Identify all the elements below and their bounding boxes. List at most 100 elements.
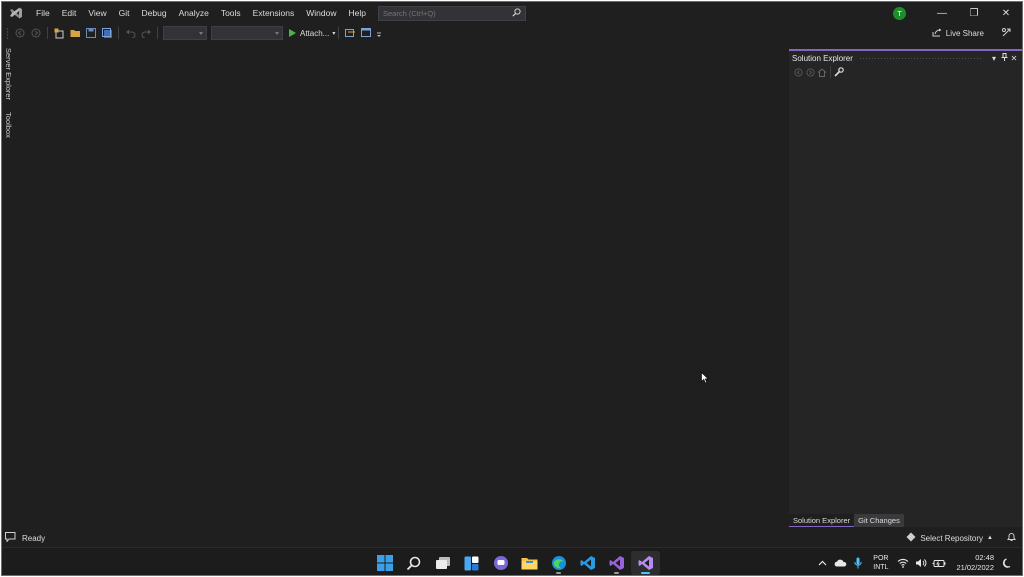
forward-icon[interactable] bbox=[804, 66, 816, 78]
edge-button[interactable] bbox=[544, 551, 573, 575]
search-icon bbox=[406, 556, 421, 570]
visual-studio-preview-button[interactable] bbox=[631, 551, 660, 575]
solution-explorer-panel: Solution Explorer ▾ ✕ bbox=[789, 49, 1022, 527]
running-indicator bbox=[556, 572, 561, 574]
title-right-controls: T — ❐ ✕ bbox=[893, 2, 1022, 24]
folder-icon bbox=[521, 558, 538, 570]
home-icon[interactable] bbox=[816, 66, 828, 78]
edge-icon bbox=[551, 556, 566, 570]
widgets-icon bbox=[464, 556, 479, 570]
status-right: Select Repository ▲ bbox=[906, 529, 1016, 547]
tab-server-explorer[interactable]: Server Explorer bbox=[2, 46, 15, 102]
focus-moon-icon[interactable] bbox=[999, 555, 1015, 571]
toolbar-grip-icon bbox=[4, 27, 10, 39]
battery-charging-icon[interactable] bbox=[931, 555, 947, 571]
menu-tools[interactable]: Tools bbox=[215, 2, 247, 24]
title-bar: File Edit View Git Debug Analyze Tools E… bbox=[2, 2, 1022, 24]
attach-button[interactable]: Attach... ▾ bbox=[289, 29, 335, 38]
taskbar-search-button[interactable] bbox=[399, 551, 428, 575]
visual-studio-logo-icon[interactable] bbox=[2, 2, 30, 24]
menu-git[interactable]: Git bbox=[113, 2, 136, 24]
minimize-button[interactable]: — bbox=[926, 2, 958, 24]
editor-area[interactable] bbox=[16, 46, 788, 528]
undo-icon[interactable] bbox=[124, 27, 136, 39]
vscode-icon bbox=[580, 556, 595, 570]
menu-file[interactable]: File bbox=[30, 2, 56, 24]
show-hidden-icons-chevron-icon[interactable] bbox=[814, 555, 830, 571]
active-indicator bbox=[641, 572, 650, 574]
tab-solution-explorer[interactable]: Solution Explorer bbox=[789, 514, 855, 527]
panel-grip[interactable] bbox=[858, 56, 983, 60]
toolbar-separator bbox=[338, 27, 340, 39]
status-bar: Ready Select Repository ▲ bbox=[2, 529, 1022, 547]
redo-icon[interactable] bbox=[140, 27, 152, 39]
menu-edit[interactable]: Edit bbox=[56, 2, 83, 24]
output-message-icon[interactable] bbox=[5, 532, 16, 544]
solution-explorer-title: Solution Explorer bbox=[792, 53, 853, 63]
close-button[interactable]: ✕ bbox=[990, 2, 1022, 24]
standard-toolbar: Attach... ▾ Live Share bbox=[2, 24, 1022, 42]
onedrive-cloud-icon[interactable] bbox=[832, 555, 848, 571]
chevron-down-icon: ▾ bbox=[332, 30, 336, 37]
panel-menu-icon[interactable]: ▾ bbox=[989, 54, 999, 63]
microphone-icon[interactable] bbox=[850, 555, 866, 571]
new-project-icon[interactable] bbox=[53, 27, 65, 39]
status-text: Ready bbox=[22, 533, 46, 543]
navigate-back-icon[interactable] bbox=[14, 27, 26, 39]
clock[interactable]: 02:48 21/02/2022 bbox=[956, 553, 994, 573]
solution-configuration-dropdown[interactable] bbox=[163, 26, 207, 40]
search-input[interactable] bbox=[382, 8, 503, 18]
save-icon[interactable] bbox=[85, 27, 97, 39]
notification-bell-icon[interactable] bbox=[1007, 532, 1016, 544]
navigate-forward-icon[interactable] bbox=[30, 27, 42, 39]
solution-platform-dropdown[interactable] bbox=[211, 26, 283, 40]
browse-icon[interactable] bbox=[344, 27, 356, 39]
clock-time: 02:48 bbox=[975, 553, 994, 562]
status-left: Ready bbox=[2, 532, 45, 544]
menu-help[interactable]: Help bbox=[343, 2, 372, 24]
file-explorer-button[interactable] bbox=[515, 551, 544, 575]
select-repository-button[interactable]: Select Repository bbox=[920, 534, 983, 543]
tab-toolbox[interactable]: Toolbox bbox=[2, 110, 15, 140]
feedback-icon[interactable] bbox=[1001, 27, 1012, 40]
wifi-icon[interactable] bbox=[895, 555, 911, 571]
live-share-button[interactable]: Live Share bbox=[932, 24, 984, 42]
task-view-button[interactable] bbox=[428, 551, 457, 575]
pin-icon[interactable] bbox=[999, 53, 1009, 63]
visual-studio-preview-icon bbox=[638, 556, 653, 570]
menu-debug[interactable]: Debug bbox=[136, 2, 173, 24]
solution-explorer-tabs: Solution Explorer Git Changes bbox=[789, 514, 904, 527]
visual-studio-button[interactable] bbox=[602, 551, 631, 575]
menu-view[interactable]: View bbox=[82, 2, 112, 24]
properties-wrench-icon[interactable] bbox=[833, 66, 845, 78]
search-box[interactable] bbox=[377, 5, 526, 21]
back-icon[interactable] bbox=[792, 66, 804, 78]
volume-icon[interactable] bbox=[913, 555, 929, 571]
play-icon bbox=[289, 29, 296, 37]
menu-window[interactable]: Window bbox=[300, 2, 342, 24]
teams-chat-button[interactable] bbox=[486, 551, 515, 575]
minimize-icon: — bbox=[937, 7, 947, 19]
vscode-button[interactable] bbox=[573, 551, 602, 575]
menu-analyze[interactable]: Analyze bbox=[173, 2, 215, 24]
close-panel-icon[interactable]: ✕ bbox=[1009, 54, 1019, 63]
user-avatar[interactable]: T bbox=[893, 6, 906, 20]
tab-git-changes[interactable]: Git Changes bbox=[854, 514, 904, 527]
toolbar-options-icon[interactable] bbox=[376, 27, 382, 39]
layout-icon[interactable] bbox=[360, 27, 372, 39]
left-dock-tabs: Server Explorer Toolbox bbox=[2, 46, 16, 148]
menu-bar: File Edit View Git Debug Analyze Tools E… bbox=[30, 2, 372, 24]
mouse-cursor-icon bbox=[701, 372, 709, 384]
system-tray: POR INTL 02:48 21/02/2022 bbox=[813, 551, 1016, 575]
toolbar-separator bbox=[830, 66, 831, 78]
menu-extensions[interactable]: Extensions bbox=[247, 2, 301, 24]
attach-label: Attach... bbox=[300, 28, 330, 38]
input-language-indicator[interactable]: POR INTL bbox=[873, 554, 888, 572]
toolbar-separator bbox=[47, 27, 48, 39]
solution-explorer-toolbar bbox=[789, 65, 1022, 79]
save-all-icon[interactable] bbox=[101, 27, 113, 39]
open-file-icon[interactable] bbox=[69, 27, 81, 39]
widgets-button[interactable] bbox=[457, 551, 486, 575]
start-button[interactable] bbox=[370, 551, 399, 575]
restore-button[interactable]: ❐ bbox=[958, 2, 990, 24]
